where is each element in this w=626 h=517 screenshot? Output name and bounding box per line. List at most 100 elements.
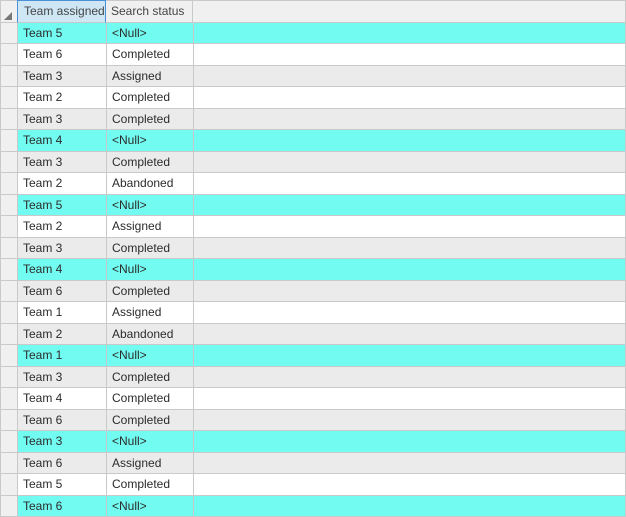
cell-team[interactable]: Team 3 — [18, 238, 107, 260]
table-row[interactable]: Team 3Completed — [1, 152, 626, 174]
row-handle[interactable] — [1, 23, 18, 45]
row-handle[interactable] — [1, 87, 18, 109]
table-row[interactable]: Team 5<Null> — [1, 195, 626, 217]
cell-team[interactable]: Team 4 — [18, 388, 107, 410]
table-row[interactable]: Team 3Completed — [1, 109, 626, 131]
cell-status[interactable]: Completed — [107, 152, 194, 174]
row-handle[interactable] — [1, 216, 18, 238]
table-row[interactable]: Team 2Abandoned — [1, 173, 626, 195]
cell-team[interactable]: Team 4 — [18, 130, 107, 152]
table-row[interactable]: Team 2Completed — [1, 87, 626, 109]
table-row[interactable]: Team 6Assigned — [1, 453, 626, 475]
row-handle[interactable] — [1, 109, 18, 131]
cell-status[interactable]: <Null> — [107, 496, 194, 517]
row-handle[interactable] — [1, 152, 18, 174]
row-handle[interactable] — [1, 130, 18, 152]
cell-status[interactable]: <Null> — [107, 259, 194, 281]
table-row[interactable]: Team 6Completed — [1, 410, 626, 432]
cell-team[interactable]: Team 5 — [18, 23, 107, 45]
cell-team[interactable]: Team 6 — [18, 281, 107, 303]
table-row[interactable]: Team 4Completed — [1, 388, 626, 410]
cell-status[interactable]: Assigned — [107, 216, 194, 238]
cell-team[interactable]: Team 3 — [18, 431, 107, 453]
cell-status[interactable]: Completed — [107, 367, 194, 389]
cell-team[interactable]: Team 3 — [18, 367, 107, 389]
table-row[interactable]: Team 2Abandoned — [1, 324, 626, 346]
row-handle[interactable] — [1, 173, 18, 195]
table-row[interactable]: Team 3<Null> — [1, 431, 626, 453]
cell-status[interactable]: <Null> — [107, 195, 194, 217]
cell-status[interactable]: <Null> — [107, 23, 194, 45]
row-handle[interactable] — [1, 238, 18, 260]
cell-team[interactable]: Team 5 — [18, 195, 107, 217]
cell-status[interactable]: <Null> — [107, 130, 194, 152]
cell-team[interactable]: Team 3 — [18, 109, 107, 131]
cell-team[interactable]: Team 6 — [18, 44, 107, 66]
row-handle[interactable] — [1, 324, 18, 346]
cell-status[interactable]: Completed — [107, 44, 194, 66]
attribute-table[interactable]: Team assigned Search status Team 5<Null>… — [0, 0, 626, 517]
cell-status[interactable]: Assigned — [107, 453, 194, 475]
cell-team[interactable]: Team 3 — [18, 152, 107, 174]
cell-team[interactable]: Team 6 — [18, 496, 107, 517]
row-handle[interactable] — [1, 410, 18, 432]
row-handle[interactable] — [1, 453, 18, 475]
cell-spacer — [194, 23, 626, 45]
cell-status[interactable]: Completed — [107, 109, 194, 131]
table-row[interactable]: Team 1<Null> — [1, 345, 626, 367]
table-row[interactable]: Team 1Assigned — [1, 302, 626, 324]
cell-team[interactable]: Team 2 — [18, 173, 107, 195]
row-handle[interactable] — [1, 302, 18, 324]
table-row[interactable]: Team 4<Null> — [1, 130, 626, 152]
column-header-team[interactable]: Team assigned — [17, 0, 106, 23]
row-handle[interactable] — [1, 345, 18, 367]
cell-status[interactable]: Completed — [107, 474, 194, 496]
row-handle[interactable] — [1, 367, 18, 389]
cell-team[interactable]: Team 6 — [18, 453, 107, 475]
row-handle[interactable] — [1, 195, 18, 217]
row-handle[interactable] — [1, 496, 18, 517]
table-row[interactable]: Team 3Assigned — [1, 66, 626, 88]
cell-spacer — [194, 238, 626, 260]
table-row[interactable]: Team 2Assigned — [1, 216, 626, 238]
cell-team[interactable]: Team 3 — [18, 66, 107, 88]
cell-team[interactable]: Team 4 — [18, 259, 107, 281]
cell-status[interactable]: <Null> — [107, 431, 194, 453]
cell-team[interactable]: Team 1 — [18, 345, 107, 367]
cell-status[interactable]: Completed — [107, 87, 194, 109]
row-handle[interactable] — [1, 259, 18, 281]
row-handle[interactable] — [1, 388, 18, 410]
cell-status[interactable]: Completed — [107, 410, 194, 432]
cell-status[interactable]: Abandoned — [107, 173, 194, 195]
row-handle[interactable] — [1, 44, 18, 66]
table-row[interactable]: Team 3Completed — [1, 238, 626, 260]
row-handle[interactable] — [1, 474, 18, 496]
cell-status[interactable]: Assigned — [107, 66, 194, 88]
table-row[interactable]: Team 4<Null> — [1, 259, 626, 281]
cell-status[interactable]: <Null> — [107, 345, 194, 367]
cell-team[interactable]: Team 1 — [18, 302, 107, 324]
table-row[interactable]: Team 6Completed — [1, 44, 626, 66]
table-body: Team 5<Null>Team 6CompletedTeam 3Assigne… — [1, 23, 626, 517]
cell-status[interactable]: Completed — [107, 388, 194, 410]
cell-spacer — [194, 388, 626, 410]
column-header-status[interactable]: Search status — [106, 1, 193, 23]
table-row[interactable]: Team 5<Null> — [1, 23, 626, 45]
table-row[interactable]: Team 3Completed — [1, 367, 626, 389]
table-row[interactable]: Team 6<Null> — [1, 496, 626, 517]
table-row[interactable]: Team 5Completed — [1, 474, 626, 496]
cell-status[interactable]: Completed — [107, 238, 194, 260]
cell-status[interactable]: Completed — [107, 281, 194, 303]
cell-team[interactable]: Team 2 — [18, 216, 107, 238]
cell-team[interactable]: Team 2 — [18, 324, 107, 346]
cell-status[interactable]: Abandoned — [107, 324, 194, 346]
cell-team[interactable]: Team 2 — [18, 87, 107, 109]
row-handle[interactable] — [1, 66, 18, 88]
cell-team[interactable]: Team 5 — [18, 474, 107, 496]
row-handle[interactable] — [1, 281, 18, 303]
cell-status[interactable]: Assigned — [107, 302, 194, 324]
select-all-corner[interactable] — [1, 1, 18, 23]
cell-team[interactable]: Team 6 — [18, 410, 107, 432]
row-handle[interactable] — [1, 431, 18, 453]
table-row[interactable]: Team 6Completed — [1, 281, 626, 303]
